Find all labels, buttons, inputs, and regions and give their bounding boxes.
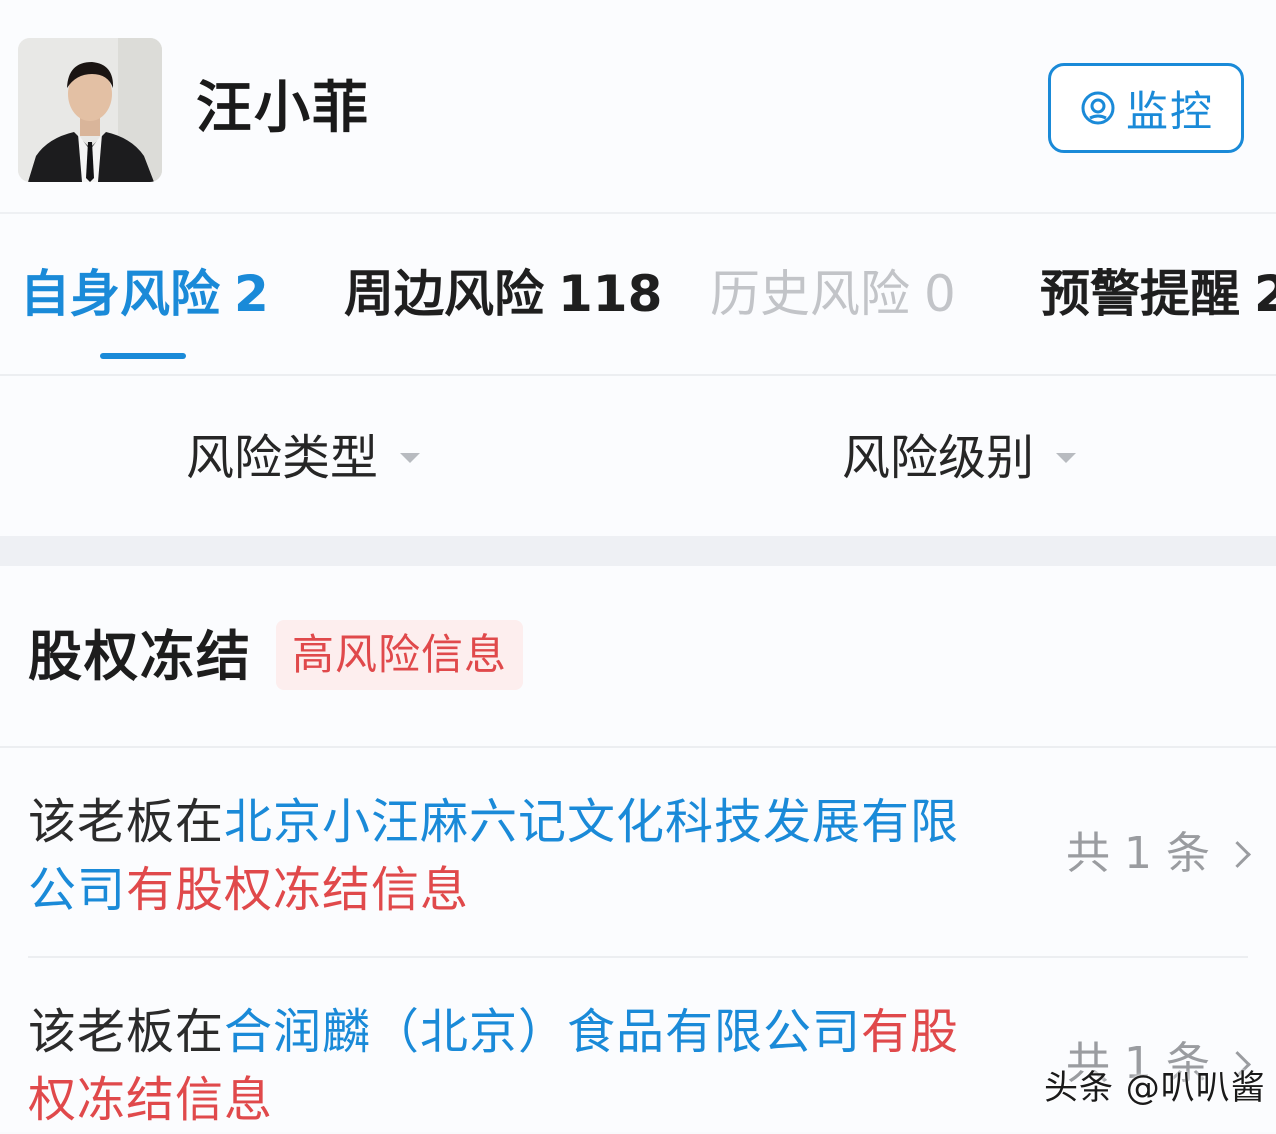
- tab-label: 自身风险: [20, 265, 220, 323]
- section-gap: [0, 536, 1276, 566]
- person-avatar-icon: [18, 38, 162, 182]
- profile-header: 汪小菲 监控: [0, 0, 1276, 212]
- avatar: [18, 38, 162, 182]
- tab-count: 118: [558, 265, 663, 323]
- divider: [0, 746, 1276, 748]
- chevron-right-icon: [1224, 840, 1251, 868]
- section-title: 股权冻结: [28, 625, 252, 688]
- filter-label: 风险级别: [842, 430, 1035, 486]
- risk-level-filter[interactable]: 风险级别: [842, 428, 1077, 488]
- tab-label: 周边风险: [344, 265, 544, 323]
- risk-level-badge: 高风险信息: [276, 620, 524, 690]
- active-tab-indicator: [100, 353, 186, 359]
- monitor-eye-icon: [1078, 88, 1118, 128]
- list-item[interactable]: 该老板在北京小汪麻六记文化科技发展有限公司有股权冻结信息: [28, 788, 1008, 924]
- item-count-link[interactable]: 共 1 条: [1066, 824, 1251, 884]
- item-count: 共 1 条: [1066, 828, 1210, 879]
- item-prefix: 该老板在: [28, 794, 225, 850]
- monitor-button[interactable]: 监控: [1048, 63, 1244, 153]
- tab-self-risk[interactable]: 自身风险 2: [20, 264, 269, 324]
- tab-label: 历史风险: [710, 265, 910, 323]
- list-item[interactable]: 该老板在合润麟（北京）食品有限公司有股权冻结信息: [28, 998, 1008, 1134]
- monitor-label: 监控: [1125, 86, 1214, 136]
- risk-tabs: 自身风险 2 周边风险 118 历史风险 0 预警提醒 2: [0, 214, 1276, 374]
- watermark: 头条 @叭叭酱: [1044, 1068, 1266, 1108]
- item-suffix: 有股权冻结信息: [126, 862, 470, 918]
- tab-count: 2: [1254, 265, 1276, 323]
- tab-history-risk[interactable]: 历史风险 0: [710, 264, 956, 324]
- tab-warning-reminder[interactable]: 预警提醒 2: [1040, 264, 1276, 324]
- tab-count: 0: [924, 265, 956, 323]
- company-link[interactable]: 合润麟（北京）食品有限公司: [224, 1004, 861, 1060]
- item-prefix: 该老板在: [28, 1004, 225, 1060]
- filter-label: 风险类型: [186, 430, 379, 486]
- risk-section: 股权冻结 高风险信息 该老板在北京小汪麻六记文化科技发展有限公司有股权冻结信息 …: [0, 566, 1276, 1132]
- tab-surrounding-risk[interactable]: 周边风险 118: [344, 264, 662, 324]
- filter-bar: 风险类型 风险级别: [0, 376, 1276, 536]
- person-name: 汪小菲: [196, 76, 370, 141]
- tab-label: 预警提醒: [1040, 265, 1240, 323]
- tab-count: 2: [234, 265, 269, 323]
- risk-type-filter[interactable]: 风险类型: [186, 428, 421, 488]
- caret-down-icon: [1056, 453, 1077, 463]
- caret-down-icon: [400, 453, 421, 463]
- divider: [28, 956, 1248, 958]
